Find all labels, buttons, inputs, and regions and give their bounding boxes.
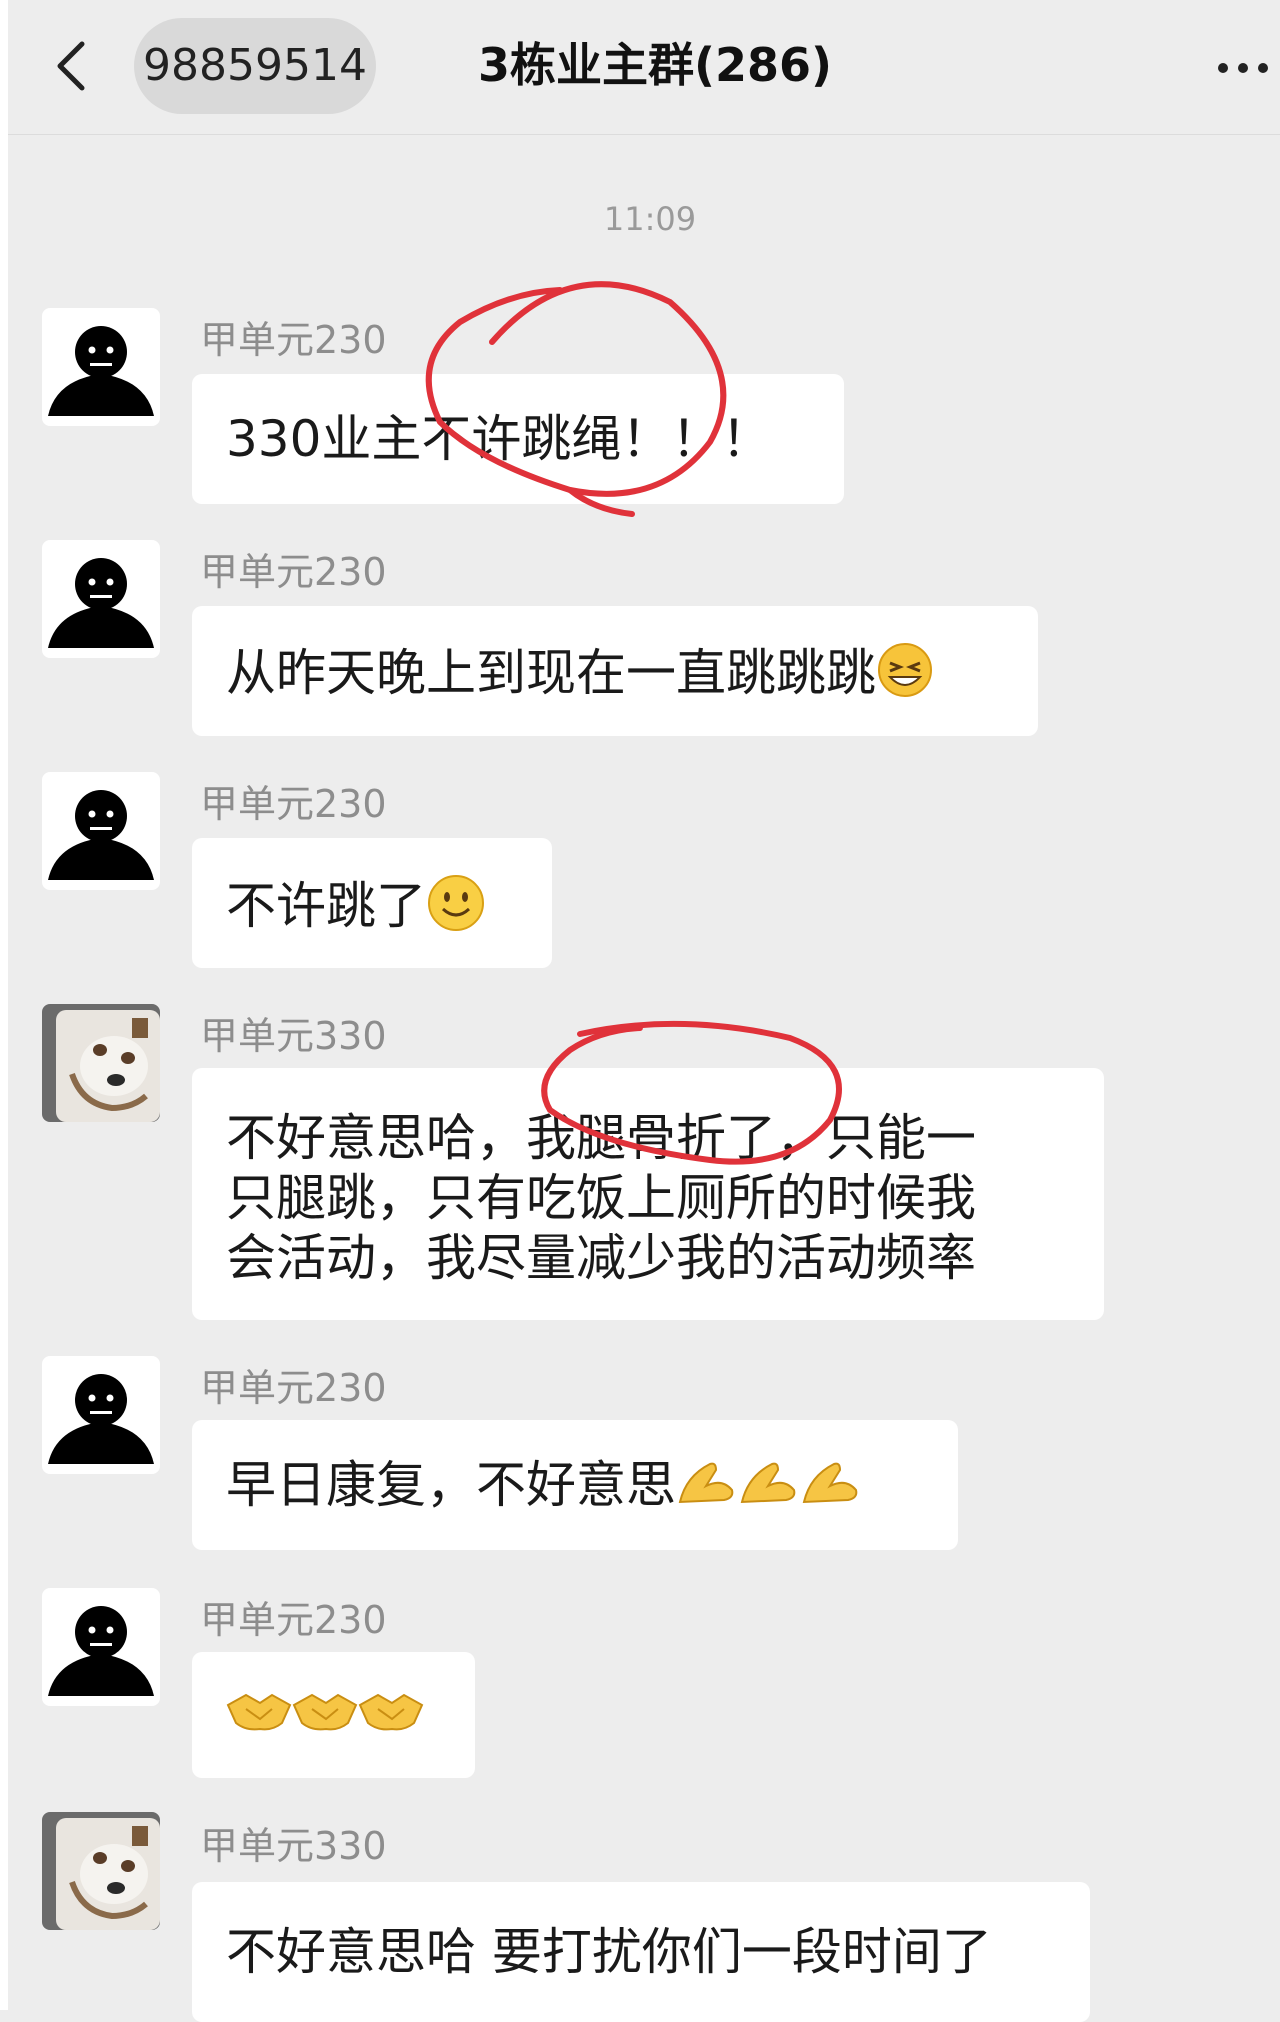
folded-hands-icon: [676, 1456, 738, 1521]
message-text: 不好意思哈 要打扰你们一段时间了: [226, 1923, 992, 1981]
screen-left-edge: [0, 0, 8, 2010]
sender-name: 甲单元230: [200, 1366, 387, 1410]
avatar[interactable]: [42, 540, 160, 658]
message-bubble[interactable]: 不好意思哈，我腿骨折了，只能一 只腿跳，只有吃饭上厕所的时候我 会活动，我尽量减…: [192, 1068, 1104, 1320]
avatar[interactable]: [42, 1004, 160, 1122]
sender-name: 甲单元230: [200, 318, 387, 362]
avatar[interactable]: [42, 772, 160, 890]
avatar[interactable]: [42, 1588, 160, 1706]
sender-name: 甲单元330: [200, 1014, 387, 1058]
message-bubble[interactable]: [192, 1652, 475, 1778]
avatar[interactable]: [42, 308, 160, 426]
sender-name: 甲单元230: [200, 550, 387, 594]
handshake-icon: [226, 1685, 292, 1750]
handshake-icon: [292, 1685, 358, 1750]
message-bubble[interactable]: 不好意思哈 要打扰你们一段时间了: [192, 1882, 1090, 2022]
message-bubble[interactable]: 330业主不许跳绳！！！: [192, 374, 844, 504]
grinning-squinting-face-icon: [876, 641, 934, 712]
sender-name: 甲单元230: [200, 1598, 387, 1642]
message-bubble[interactable]: 不许跳了: [192, 838, 552, 968]
message-text: 不许跳了: [226, 877, 426, 935]
message-timestamp: 11:09: [603, 200, 697, 238]
folded-hands-icon: [738, 1456, 800, 1521]
page-title: 3栋业主群(286): [478, 38, 833, 92]
message-text: 早日康复，不好意思: [226, 1456, 676, 1514]
more-options-icon[interactable]: [1213, 48, 1273, 88]
message-line: 会活动，我尽量减少我的活动频率: [226, 1229, 976, 1287]
message-line: 不好意思哈，我腿骨折了，只能一: [226, 1109, 976, 1167]
message-line: 只腿跳，只有吃饭上厕所的时候我: [226, 1169, 976, 1227]
back-arrow-icon[interactable]: [52, 40, 92, 92]
sender-name: 甲单元330: [200, 1824, 387, 1868]
smiling-face-icon: [426, 873, 486, 946]
message-text: 330业主不许跳绳！！！: [226, 410, 772, 468]
message-text: 从昨天晚上到现在一直跳跳跳: [226, 644, 876, 702]
avatar[interactable]: [42, 1812, 160, 1930]
avatar[interactable]: [42, 1356, 160, 1474]
message-bubble[interactable]: 从昨天晚上到现在一直跳跳跳: [192, 606, 1038, 736]
folded-hands-icon: [800, 1456, 862, 1521]
chat-header: 98859514 3栋业主群(286): [8, 0, 1280, 135]
message-bubble[interactable]: 早日康复，不好意思: [192, 1420, 958, 1550]
group-id-badge[interactable]: 98859514: [134, 18, 376, 114]
handshake-icon: [358, 1685, 424, 1750]
sender-name: 甲单元230: [200, 782, 387, 826]
